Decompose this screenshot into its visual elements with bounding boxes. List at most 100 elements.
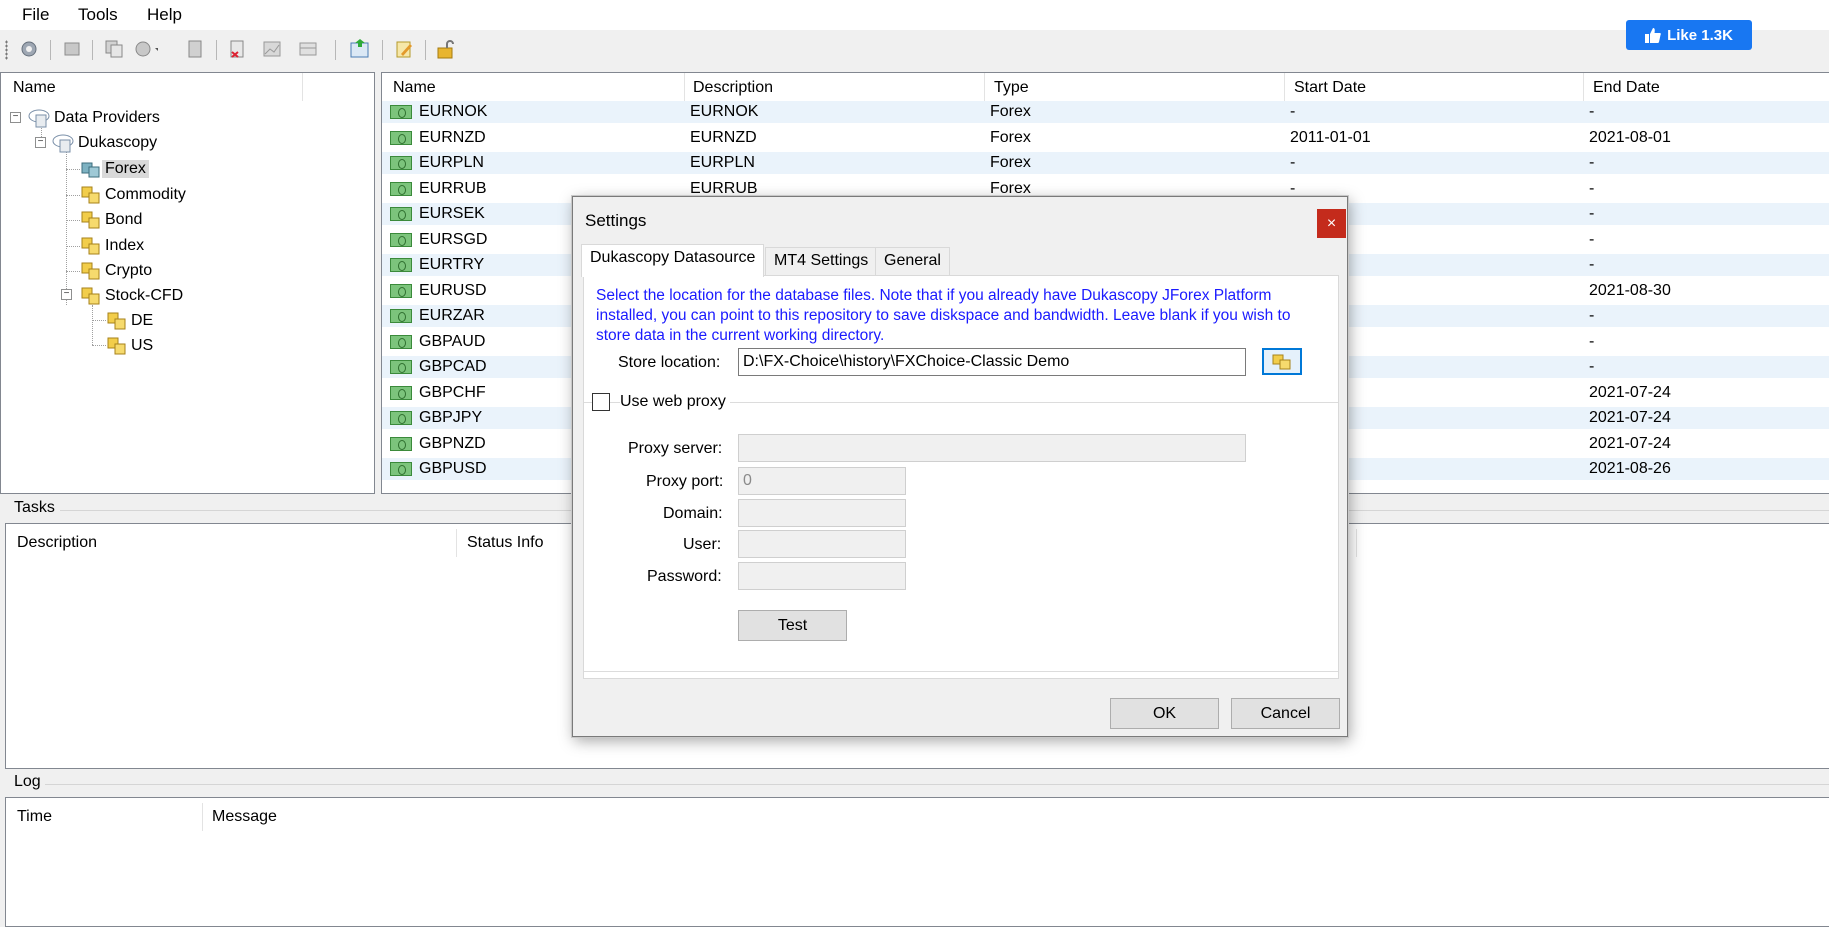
expand-toggle[interactable]: − — [10, 112, 21, 123]
tree-node-stock-cfd[interactable]: Stock-CFD — [80, 285, 186, 307]
proxy-server-input[interactable] — [738, 434, 1246, 462]
toolbar-grip[interactable] — [5, 40, 8, 60]
table-row[interactable]: EURNOK EURNOK Forex - - — [382, 101, 1829, 123]
tree-node-de[interactable]: DE — [106, 310, 156, 332]
tree-node-dukascopy[interactable]: Dukascopy — [51, 132, 160, 154]
cell-end: 2021-08-30 — [1589, 281, 1671, 299]
cubes-icon — [81, 211, 100, 229]
cell-end: 2021-07-24 — [1589, 383, 1671, 401]
tree-node-index[interactable]: Index — [80, 235, 147, 257]
store-location-label: Store location: — [618, 354, 721, 371]
tab-mt4-settings[interactable]: MT4 Settings — [765, 247, 878, 275]
browse-folder-button[interactable] — [1262, 348, 1302, 375]
money-icon — [390, 283, 412, 298]
log-col-time[interactable]: Time — [17, 808, 52, 826]
money-icon — [390, 207, 412, 221]
ok-button[interactable]: OK — [1110, 698, 1219, 729]
col-header-name[interactable]: Name — [393, 79, 436, 97]
expand-toggle[interactable]: − — [61, 289, 72, 300]
tree-node-data-providers[interactable]: Data Providers — [27, 107, 163, 129]
tab-dukascopy-datasource[interactable]: Dukascopy Datasource — [581, 244, 765, 277]
settings-gear-icon[interactable] — [17, 37, 41, 61]
cell-end: - — [1589, 103, 1595, 120]
cubes-icon — [107, 312, 126, 330]
table-row[interactable]: EURNZD EURNZD Forex 2011-01-01 2021-08-01 — [382, 127, 1829, 149]
cell-name: EURZAR — [419, 307, 485, 324]
col-header-end-date[interactable]: End Date — [1593, 79, 1660, 97]
chart-icon[interactable] — [260, 37, 284, 61]
cell-name: GBPCAD — [419, 358, 487, 375]
proxy-port-input[interactable]: 0 — [738, 467, 906, 495]
log-list: Time Message — [5, 797, 1829, 927]
delete-data-icon[interactable] — [225, 37, 249, 61]
menu-file[interactable]: File — [22, 5, 49, 25]
tasks-title: Tasks — [10, 499, 59, 517]
tree-node-us[interactable]: US — [106, 335, 156, 357]
cell-name: EURRUB — [419, 179, 487, 197]
use-web-proxy-label[interactable]: Use web proxy — [620, 393, 730, 411]
cell-end: 2021-07-24 — [1589, 434, 1671, 452]
col-header-type[interactable]: Type — [994, 79, 1029, 97]
toolbar — [0, 34, 1829, 64]
cell-end: - — [1589, 358, 1595, 375]
cell-name: EURPLN — [419, 154, 484, 171]
cell-end: - — [1589, 332, 1595, 350]
folder-cubes-icon — [1272, 354, 1291, 369]
log-col-message[interactable]: Message — [212, 808, 277, 826]
tasks-col-status[interactable]: Status Info — [467, 534, 544, 552]
money-icon — [390, 360, 412, 374]
cell-type: Forex — [990, 128, 1031, 146]
tree-node-forex[interactable]: Forex — [80, 158, 149, 180]
money-icon — [390, 385, 412, 400]
cell-name: GBPUSD — [419, 460, 487, 477]
cubes-icon — [81, 287, 100, 305]
export-icon[interactable] — [60, 37, 84, 61]
cell-end: - — [1589, 179, 1595, 197]
cell-name: EURUSD — [419, 281, 487, 299]
tab-general[interactable]: General — [875, 247, 950, 275]
password-label: Password: — [647, 568, 722, 585]
tree-node-crypto[interactable]: Crypto — [80, 260, 155, 282]
server-cloud-icon — [28, 109, 50, 128]
tree-node-bond[interactable]: Bond — [80, 209, 145, 231]
password-input[interactable] — [738, 562, 906, 590]
unlock-icon[interactable] — [433, 37, 457, 61]
tree-node-commodity[interactable]: Commodity — [80, 184, 189, 206]
copy-icon[interactable] — [102, 37, 126, 61]
cubes-icon — [81, 162, 100, 178]
store-location-input[interactable]: D:\FX-Choice\history\FXChoice-Classic De… — [738, 348, 1246, 376]
cubes-icon — [81, 262, 100, 280]
user-input[interactable] — [738, 530, 906, 558]
cell-description: EURNZD — [690, 128, 757, 146]
cell-description: EURPLN — [690, 154, 755, 171]
menu-tools[interactable]: Tools — [78, 5, 118, 25]
col-header-description[interactable]: Description — [693, 79, 773, 97]
data-provider-tree: Name − Data Providers − Dukascopy Forex … — [0, 72, 375, 494]
test-button[interactable]: Test — [738, 610, 847, 641]
cell-name: GBPNZD — [419, 434, 486, 452]
download-dropdown-icon[interactable] — [134, 37, 158, 61]
col-header-start-date[interactable]: Start Date — [1294, 79, 1366, 97]
money-icon — [390, 130, 412, 145]
cubes-icon — [81, 237, 100, 255]
datasource-tab-page: Select the location for the database fil… — [583, 275, 1339, 679]
cancel-button[interactable]: Cancel — [1231, 698, 1340, 729]
cell-description: EURNOK — [690, 103, 759, 120]
cell-end: - — [1589, 154, 1595, 171]
cell-end: 2021-08-26 — [1589, 460, 1671, 477]
table-icon[interactable] — [296, 37, 320, 61]
tree-header-name[interactable]: Name — [13, 79, 56, 97]
use-web-proxy-checkbox[interactable] — [592, 393, 610, 411]
menu-help[interactable]: Help — [147, 5, 182, 25]
edit-icon[interactable] — [392, 37, 416, 61]
mt4-export-icon[interactable] — [348, 37, 372, 61]
tasks-col-description[interactable]: Description — [17, 534, 97, 552]
close-button[interactable]: × — [1317, 209, 1346, 238]
money-icon — [390, 156, 412, 170]
table-row[interactable]: EURPLN EURPLN Forex - - — [382, 152, 1829, 174]
domain-input[interactable] — [738, 499, 906, 527]
expand-toggle[interactable]: − — [35, 137, 46, 148]
proxy-server-label: Proxy server: — [628, 440, 723, 457]
settings-dialog: Settings × Dukascopy Datasource MT4 Sett… — [572, 196, 1348, 737]
document-icon[interactable] — [183, 37, 207, 61]
